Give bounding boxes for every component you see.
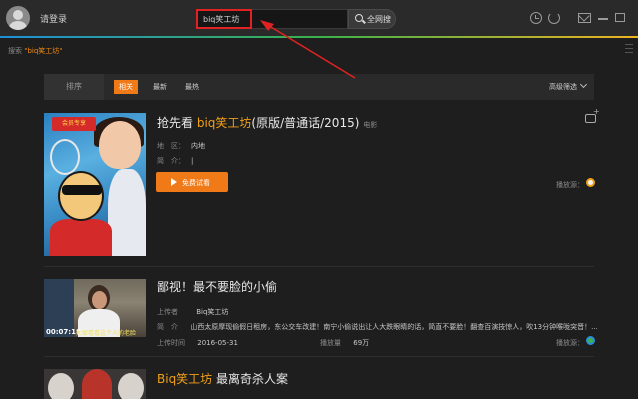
breadcrumb-prefix: 搜索 — [8, 47, 22, 55]
title-highlight: Biq笑工坊 — [157, 372, 213, 386]
movie-poster[interactable]: 会员专享 — [44, 113, 146, 256]
breadcrumb-query: "biq笑工坊" — [24, 47, 63, 55]
title-suffix: (原版/普通话/2015) — [251, 116, 360, 130]
video-thumbnail[interactable]: 00:07:18 大家看看这个人的老脸 — [44, 279, 146, 337]
result-title[interactable]: 抢先看 biq笑工坊(原版/普通话/2015) 电影 — [157, 114, 377, 131]
intro-label: 简 介： — [157, 157, 185, 165]
divider — [44, 266, 594, 267]
chevron-down-icon — [579, 80, 588, 89]
side-menu-icon[interactable] — [625, 44, 633, 56]
type-badge: 电影 — [363, 121, 378, 129]
play-button-label: 免费试看 — [182, 179, 210, 187]
thumbnail-caption: 大家看看这个人的老脸 — [76, 330, 137, 337]
divider — [44, 356, 594, 357]
intro-value: 山西太原摩现偷假日租房，东公交车改建！南宁小偷说出让人大跌眼睛的话，简直不要脸！… — [190, 323, 597, 331]
search-all-label: 全网搜 — [367, 15, 391, 24]
source-icon[interactable] — [586, 178, 595, 187]
search-breadcrumb: 搜索 "biq笑工坊" — [8, 46, 63, 56]
tab-hottest[interactable]: 最热 — [180, 80, 204, 94]
play-icon — [171, 178, 177, 186]
uploader-label: 上传者 — [157, 308, 178, 316]
search-all-button[interactable]: 全网搜 — [348, 9, 396, 29]
source-icon[interactable] — [586, 336, 595, 345]
upload-time-value: 2016-05-31 — [197, 339, 238, 347]
advanced-filter-label: 高级筛选 — [549, 83, 577, 91]
maximize-icon[interactable] — [615, 13, 625, 22]
plays-label: 播放量 — [320, 339, 341, 347]
filter-bar: 排序 相关 最新 最热 高级筛选 — [44, 74, 594, 100]
vip-badge: 会员专享 — [52, 117, 96, 131]
upload-time-label: 上传时间 — [157, 339, 185, 347]
upload-time-row: 上传时间 2016-05-31 — [157, 338, 238, 348]
annotation-highlight-box — [196, 9, 252, 29]
minimize-icon[interactable] — [598, 18, 608, 20]
result-title[interactable]: Biq笑工坊 最离奇杀人案 — [157, 370, 288, 387]
sort-label: 排序 — [44, 74, 104, 100]
uploader-row: 上传者 Biq笑工坊 — [157, 307, 228, 317]
mail-icon[interactable] — [578, 13, 591, 23]
uploader-value[interactable]: Biq笑工坊 — [196, 308, 228, 316]
video-thumbnail[interactable] — [44, 369, 146, 399]
title-highlight: biq笑工坊 — [196, 116, 252, 130]
intro-row: 简 介 山西太原摩现偷假日租房，东公交车改建！南宁小偷说出让人大跌眼睛的话，简直… — [157, 322, 597, 332]
add-to-list-icon[interactable] — [585, 107, 600, 123]
source-label: 播放源： — [556, 181, 584, 189]
region-row: 地 区： 内地 — [157, 141, 205, 151]
free-trial-play-button[interactable]: 免费试看 — [156, 172, 228, 192]
region-value: 内地 — [191, 142, 205, 150]
plays-value: 69万 — [353, 339, 370, 347]
accent-bar — [0, 36, 638, 38]
intro-label: 简 介 — [157, 323, 178, 331]
login-link[interactable]: 请登录 — [40, 12, 67, 25]
result-title[interactable]: 鄙视！最不要脸的小偷 — [157, 278, 277, 295]
tab-newest[interactable]: 最新 — [148, 80, 172, 94]
title-suffix: 最离奇杀人案 — [212, 372, 289, 386]
plays-row: 播放量 69万 — [320, 338, 369, 348]
intro-row: 简 介： | — [157, 156, 193, 166]
top-bar: 请登录 biq笑工坊 全网搜 — [0, 0, 638, 36]
search-icon — [355, 14, 363, 22]
intro-value: | — [191, 157, 194, 165]
advanced-filter-dropdown[interactable]: 高级筛选 — [549, 74, 588, 100]
source-label: 播放源： — [556, 339, 584, 347]
tab-relevance[interactable]: 相关 — [114, 80, 138, 94]
refresh-icon[interactable] — [548, 12, 560, 24]
region-label: 地 区： — [157, 142, 185, 150]
history-icon[interactable] — [530, 12, 542, 24]
title-prefix: 抢先看 — [157, 116, 197, 130]
avatar[interactable] — [6, 6, 30, 30]
